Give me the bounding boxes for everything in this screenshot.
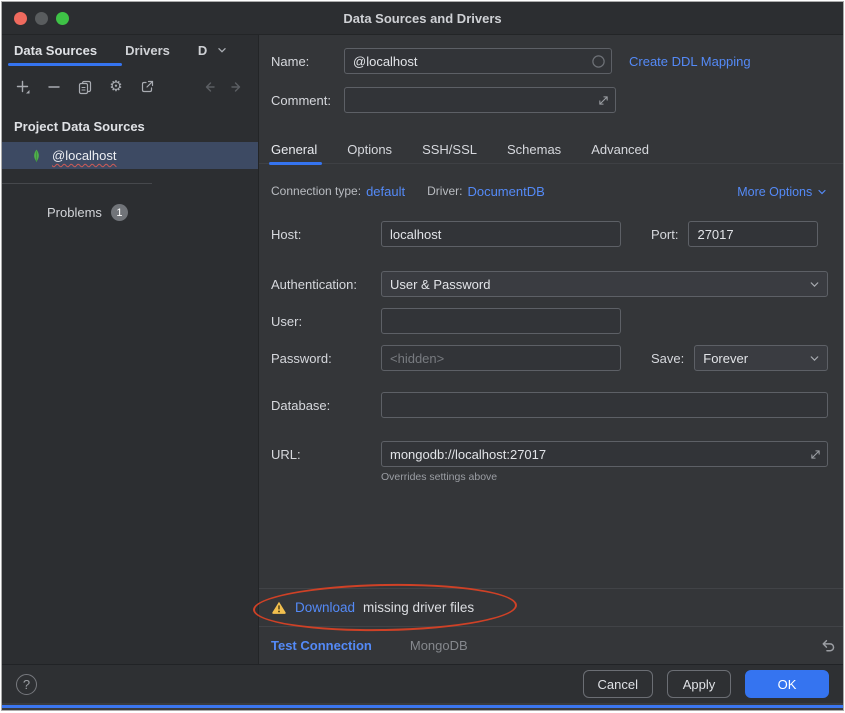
cancel-button[interactable]: Cancel bbox=[583, 670, 653, 698]
remove-icon[interactable] bbox=[46, 79, 62, 95]
dialog-footer: ? Cancel Apply OK bbox=[2, 664, 843, 703]
connection-type-label: Connection type: bbox=[271, 184, 361, 199]
connection-form: Host: Port: Authentication: User & Passw… bbox=[271, 221, 828, 483]
tab-drivers[interactable]: Drivers bbox=[125, 43, 170, 58]
sidebar-tabs: Data Sources Drivers D bbox=[2, 35, 258, 65]
comment-input[interactable] bbox=[344, 87, 616, 113]
user-label: User: bbox=[271, 314, 381, 329]
settings-gear-icon[interactable]: ⚙ bbox=[108, 79, 124, 95]
help-button[interactable]: ? bbox=[16, 674, 37, 695]
chevron-down-icon[interactable] bbox=[215, 43, 229, 57]
settings-tabs: General Options SSH/SSL Schemas Advanced bbox=[259, 135, 844, 164]
bottom-blue-line bbox=[2, 705, 843, 708]
password-row: Password: Save: Forever bbox=[271, 345, 828, 371]
save-value: Forever bbox=[703, 351, 748, 366]
driver-warning-row: Download missing driver files bbox=[259, 588, 844, 627]
tab-options[interactable]: Options bbox=[347, 142, 392, 157]
url-input[interactable] bbox=[381, 441, 828, 467]
user-input[interactable] bbox=[381, 308, 621, 334]
warning-text: missing driver files bbox=[363, 600, 474, 615]
active-tab-indicator bbox=[8, 63, 122, 66]
user-row: User: bbox=[271, 308, 828, 334]
port-input[interactable] bbox=[688, 221, 818, 247]
chevron-down-icon bbox=[816, 186, 828, 198]
authentication-select[interactable]: User & Password bbox=[381, 271, 828, 297]
authentication-label: Authentication: bbox=[271, 277, 381, 292]
host-input[interactable] bbox=[381, 221, 621, 247]
mongodb-leaf-icon bbox=[29, 148, 44, 164]
connection-type-value-link[interactable]: default bbox=[366, 184, 405, 199]
more-options-link[interactable]: More Options bbox=[737, 185, 828, 199]
host-row: Host: Port: bbox=[271, 221, 828, 247]
tree-separator bbox=[2, 183, 152, 184]
password-label: Password: bbox=[271, 351, 381, 366]
connection-type-row: Connection type: default Driver: Documen… bbox=[271, 184, 828, 199]
driver-value-link[interactable]: DocumentDB bbox=[467, 184, 544, 199]
url-row: URL: bbox=[271, 441, 828, 467]
title-bar: Data Sources and Drivers bbox=[2, 2, 843, 35]
expand-editor-icon[interactable] bbox=[809, 448, 822, 461]
data-sources-dialog: Data Sources and Drivers Data Sources Dr… bbox=[2, 2, 843, 703]
name-input[interactable] bbox=[344, 48, 612, 74]
test-connection-row: Test Connection MongoDB bbox=[259, 627, 844, 664]
main-bottom-section: Download missing driver files Test Conne… bbox=[259, 588, 844, 664]
chevron-down-icon bbox=[808, 278, 821, 291]
active-tab-indicator bbox=[269, 162, 322, 165]
problems-label: Problems bbox=[47, 205, 102, 220]
download-driver-link[interactable]: Download bbox=[295, 600, 355, 615]
sidebar: Data Sources Drivers D bbox=[2, 35, 259, 664]
problems-count-badge: 1 bbox=[111, 204, 128, 221]
apply-button[interactable]: Apply bbox=[667, 670, 731, 698]
refresh-spinner-icon bbox=[591, 54, 606, 69]
authentication-row: Authentication: User & Password bbox=[271, 271, 828, 297]
comment-row: Comment: bbox=[271, 87, 830, 113]
name-label: Name: bbox=[271, 54, 344, 69]
test-connection-link[interactable]: Test Connection bbox=[271, 638, 372, 653]
tab-schemas[interactable]: Schemas bbox=[507, 142, 561, 157]
create-ddl-mapping-link[interactable]: Create DDL Mapping bbox=[629, 54, 751, 69]
tab-ddl-truncated[interactable]: D bbox=[198, 43, 207, 58]
url-hint: Overrides settings above bbox=[381, 471, 828, 483]
driver-label: Driver: bbox=[427, 184, 462, 199]
data-source-item-localhost[interactable]: @localhost bbox=[2, 142, 258, 169]
tab-data-sources[interactable]: Data Sources bbox=[14, 43, 97, 58]
back-arrow-icon[interactable] bbox=[201, 79, 217, 95]
driver-name-text: MongoDB bbox=[410, 638, 468, 653]
database-label: Database: bbox=[271, 398, 381, 413]
more-options-label: More Options bbox=[737, 185, 812, 199]
main-panel: Name: Create DDL Mapping Comment: bbox=[259, 35, 844, 664]
duplicate-icon[interactable] bbox=[77, 79, 93, 95]
data-source-label: @localhost bbox=[52, 148, 117, 163]
name-row: Name: Create DDL Mapping bbox=[271, 48, 830, 74]
save-select[interactable]: Forever bbox=[694, 345, 828, 371]
problems-item[interactable]: Problems 1 bbox=[2, 204, 258, 221]
project-data-sources-header: Project Data Sources bbox=[2, 105, 258, 138]
url-label: URL: bbox=[271, 447, 381, 462]
screenshot-frame: Data Sources and Drivers Data Sources Dr… bbox=[1, 1, 844, 711]
warning-triangle-icon bbox=[271, 600, 287, 615]
forward-arrow-icon[interactable] bbox=[229, 79, 245, 95]
tab-ssh-ssl[interactable]: SSH/SSL bbox=[422, 142, 477, 157]
database-input[interactable] bbox=[381, 392, 828, 418]
ok-button[interactable]: OK bbox=[745, 670, 829, 698]
save-label: Save: bbox=[651, 351, 684, 366]
host-label: Host: bbox=[271, 227, 381, 242]
tab-advanced[interactable]: Advanced bbox=[591, 142, 649, 157]
comment-label: Comment: bbox=[271, 93, 344, 108]
revert-icon[interactable] bbox=[819, 637, 836, 654]
authentication-value: User & Password bbox=[390, 277, 490, 292]
password-input[interactable] bbox=[381, 345, 621, 371]
database-row: Database: bbox=[271, 392, 828, 418]
window-title: Data Sources and Drivers bbox=[2, 11, 843, 26]
port-label: Port: bbox=[651, 227, 678, 242]
chevron-down-icon bbox=[808, 352, 821, 365]
expand-editor-icon[interactable] bbox=[597, 94, 610, 107]
export-icon[interactable] bbox=[139, 79, 155, 95]
add-data-source-icon[interactable] bbox=[15, 79, 31, 95]
tab-general[interactable]: General bbox=[271, 142, 317, 157]
sidebar-toolbar: ⚙ bbox=[2, 69, 258, 105]
